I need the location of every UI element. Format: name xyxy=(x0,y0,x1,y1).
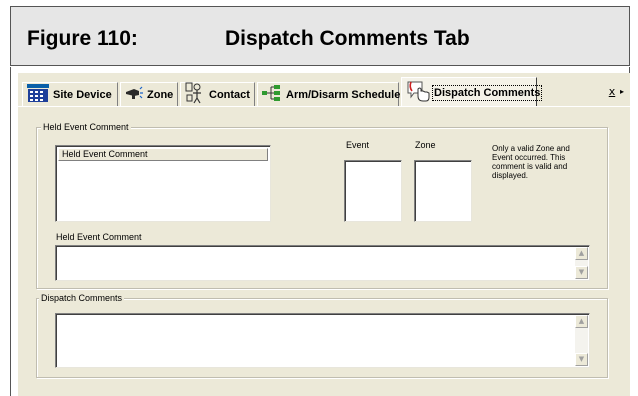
tab-arm-disarm-schedule[interactable]: Arm/Disarm Schedule xyxy=(257,82,401,106)
held-event-list[interactable]: Held Event Comment xyxy=(55,145,271,222)
dispatch-comments-legend: Dispatch Comments xyxy=(39,293,125,303)
tab-label: Arm/Disarm Schedule xyxy=(286,88,401,101)
tab-scroll-right-icon[interactable]: ▸ xyxy=(620,87,628,103)
valid-comment-note: Only a valid Zone and Event occurred. Th… xyxy=(492,144,570,180)
figure-title: Dispatch Comments Tab xyxy=(225,27,470,50)
scroll-up-icon[interactable]: ▲ xyxy=(575,247,588,260)
close-tab-icon[interactable]: x xyxy=(604,85,620,101)
tab-label: Contact xyxy=(209,88,250,101)
tab-site-device[interactable]: Site Device xyxy=(22,82,118,106)
scroll-down-icon[interactable]: ▼ xyxy=(575,353,588,366)
figure-header: Figure 110: Dispatch Comments Tab xyxy=(10,6,630,66)
zone-label: Zone xyxy=(415,140,436,150)
held-event-list-header[interactable]: Held Event Comment xyxy=(58,148,268,161)
schedule-icon xyxy=(262,84,282,105)
held-event-group-legend: Held Event Comment xyxy=(41,122,131,132)
held-event-comment-textarea[interactable]: ▲ ▼ xyxy=(55,245,590,281)
tab-dispatch-comments[interactable]: Dispatch Comments xyxy=(401,77,543,107)
tab-label: Dispatch Comments xyxy=(431,84,543,101)
scroll-down-icon[interactable]: ▼ xyxy=(575,266,588,279)
dispatch-comments-textarea[interactable]: ▲ ▼ xyxy=(55,313,590,368)
dispatch-comments-icon xyxy=(406,79,430,106)
event-label: Event xyxy=(346,140,370,150)
tab-contact[interactable]: Contact xyxy=(180,82,255,106)
held-comment-scrollbar[interactable]: ▲ ▼ xyxy=(575,247,588,279)
dialog-panel: Site Device Zone Contact Arm/Disarm Sche… xyxy=(18,73,630,396)
zone-icon xyxy=(125,86,143,103)
dispatch-comment-scrollbar[interactable]: ▲ ▼ xyxy=(575,315,588,366)
tab-strip: Site Device Zone Contact Arm/Disarm Sche… xyxy=(18,73,630,110)
figure-number: Figure 110: xyxy=(27,27,138,50)
tab-label: Site Device xyxy=(53,88,112,101)
held-event-comment-label: Held Event Comment xyxy=(56,232,142,242)
site-device-icon xyxy=(27,84,49,105)
tab-label: Zone xyxy=(147,88,174,101)
zone-field[interactable] xyxy=(414,160,472,222)
event-field[interactable] xyxy=(344,160,402,222)
tab-divider xyxy=(18,106,630,107)
contact-icon xyxy=(185,82,205,107)
tab-zone[interactable]: Zone xyxy=(120,82,178,106)
scroll-up-icon[interactable]: ▲ xyxy=(575,315,588,328)
